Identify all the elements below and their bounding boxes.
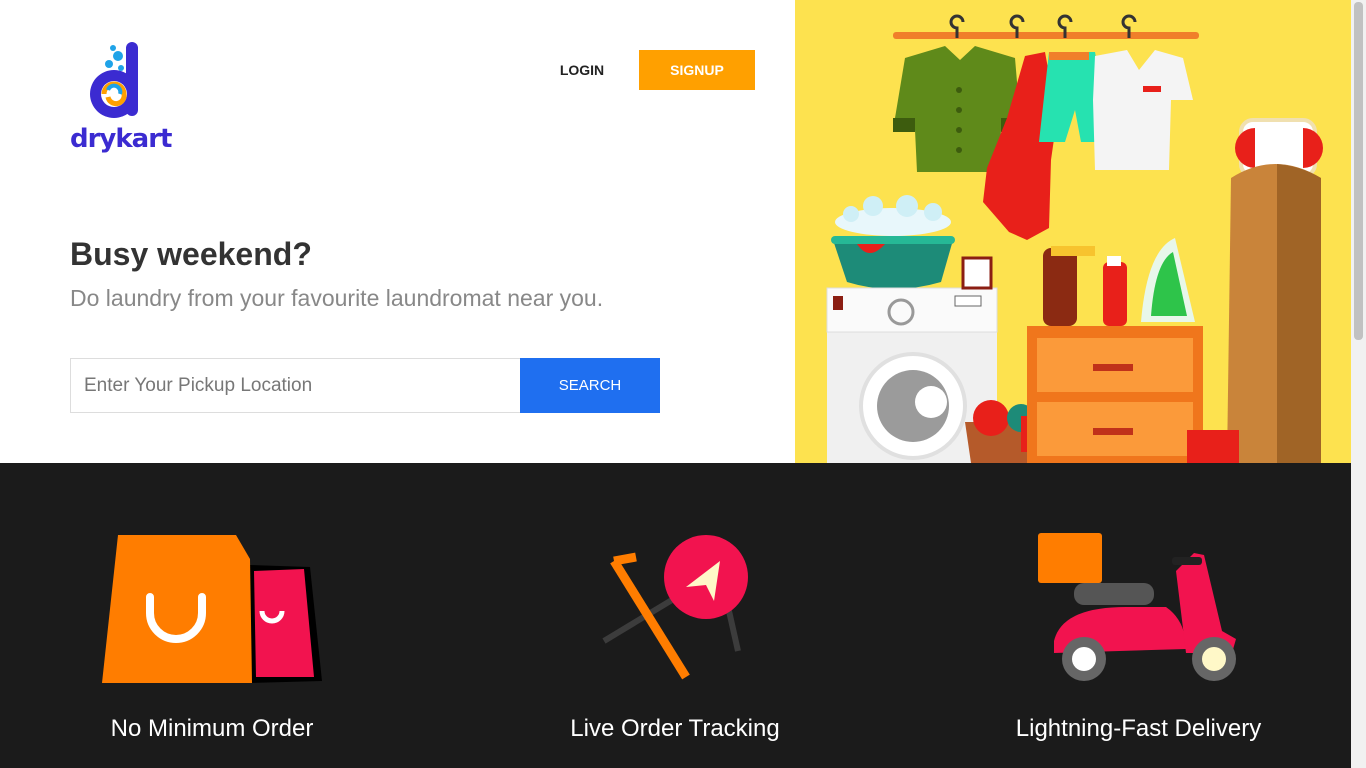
brand-name: drykart xyxy=(70,124,172,154)
laundry-room-illustration xyxy=(795,0,1351,463)
brand-logo[interactable]: drykart xyxy=(68,38,172,160)
feature-no-minimum-order: No Minimum Order xyxy=(0,463,424,768)
feature-lightning-fast-delivery: Lightning-Fast Delivery xyxy=(926,463,1351,768)
search-button[interactable]: SEARCH xyxy=(520,358,660,413)
feature-title: No Minimum Order xyxy=(110,715,314,742)
features-section: No Minimum Order Live Order Tracking Lig… xyxy=(0,463,1351,768)
white-shirt-icon xyxy=(1093,50,1193,170)
ironing-board-icon xyxy=(1227,118,1323,463)
clothes-rail xyxy=(893,32,1199,39)
feature-title: Live Order Tracking xyxy=(570,715,780,742)
location-tracking-icon xyxy=(602,535,748,680)
feature-title: Lightning-Fast Delivery xyxy=(1015,715,1262,742)
page-scrollbar[interactable] xyxy=(1351,0,1366,768)
signup-button[interactable]: SIGNUP xyxy=(639,50,755,90)
hero-subline: Do laundry from your favourite laundroma… xyxy=(70,285,604,311)
detergent-box-icon xyxy=(1187,430,1239,463)
logo-mark-icon xyxy=(90,42,138,118)
login-button[interactable]: LOGIN xyxy=(540,50,624,90)
pickup-location-input[interactable] xyxy=(70,358,521,413)
hero-section: drykart LOGIN SIGNUP Busy weekend? Do la… xyxy=(0,0,1351,463)
delivery-scooter-icon xyxy=(1038,533,1236,681)
shopping-bag-icon xyxy=(102,535,322,683)
scrollbar-thumb[interactable] xyxy=(1354,2,1363,340)
iron-icon xyxy=(1141,238,1195,322)
feature-live-order-tracking: Live Order Tracking xyxy=(464,463,886,768)
hero-headline: Busy weekend? xyxy=(70,236,312,272)
hero-left-panel: drykart LOGIN SIGNUP Busy weekend? Do la… xyxy=(0,0,795,463)
landing-page: drykart LOGIN SIGNUP Busy weekend? Do la… xyxy=(0,0,1366,768)
laundry-basin-icon xyxy=(831,195,955,289)
dresser-icon xyxy=(1027,326,1203,463)
